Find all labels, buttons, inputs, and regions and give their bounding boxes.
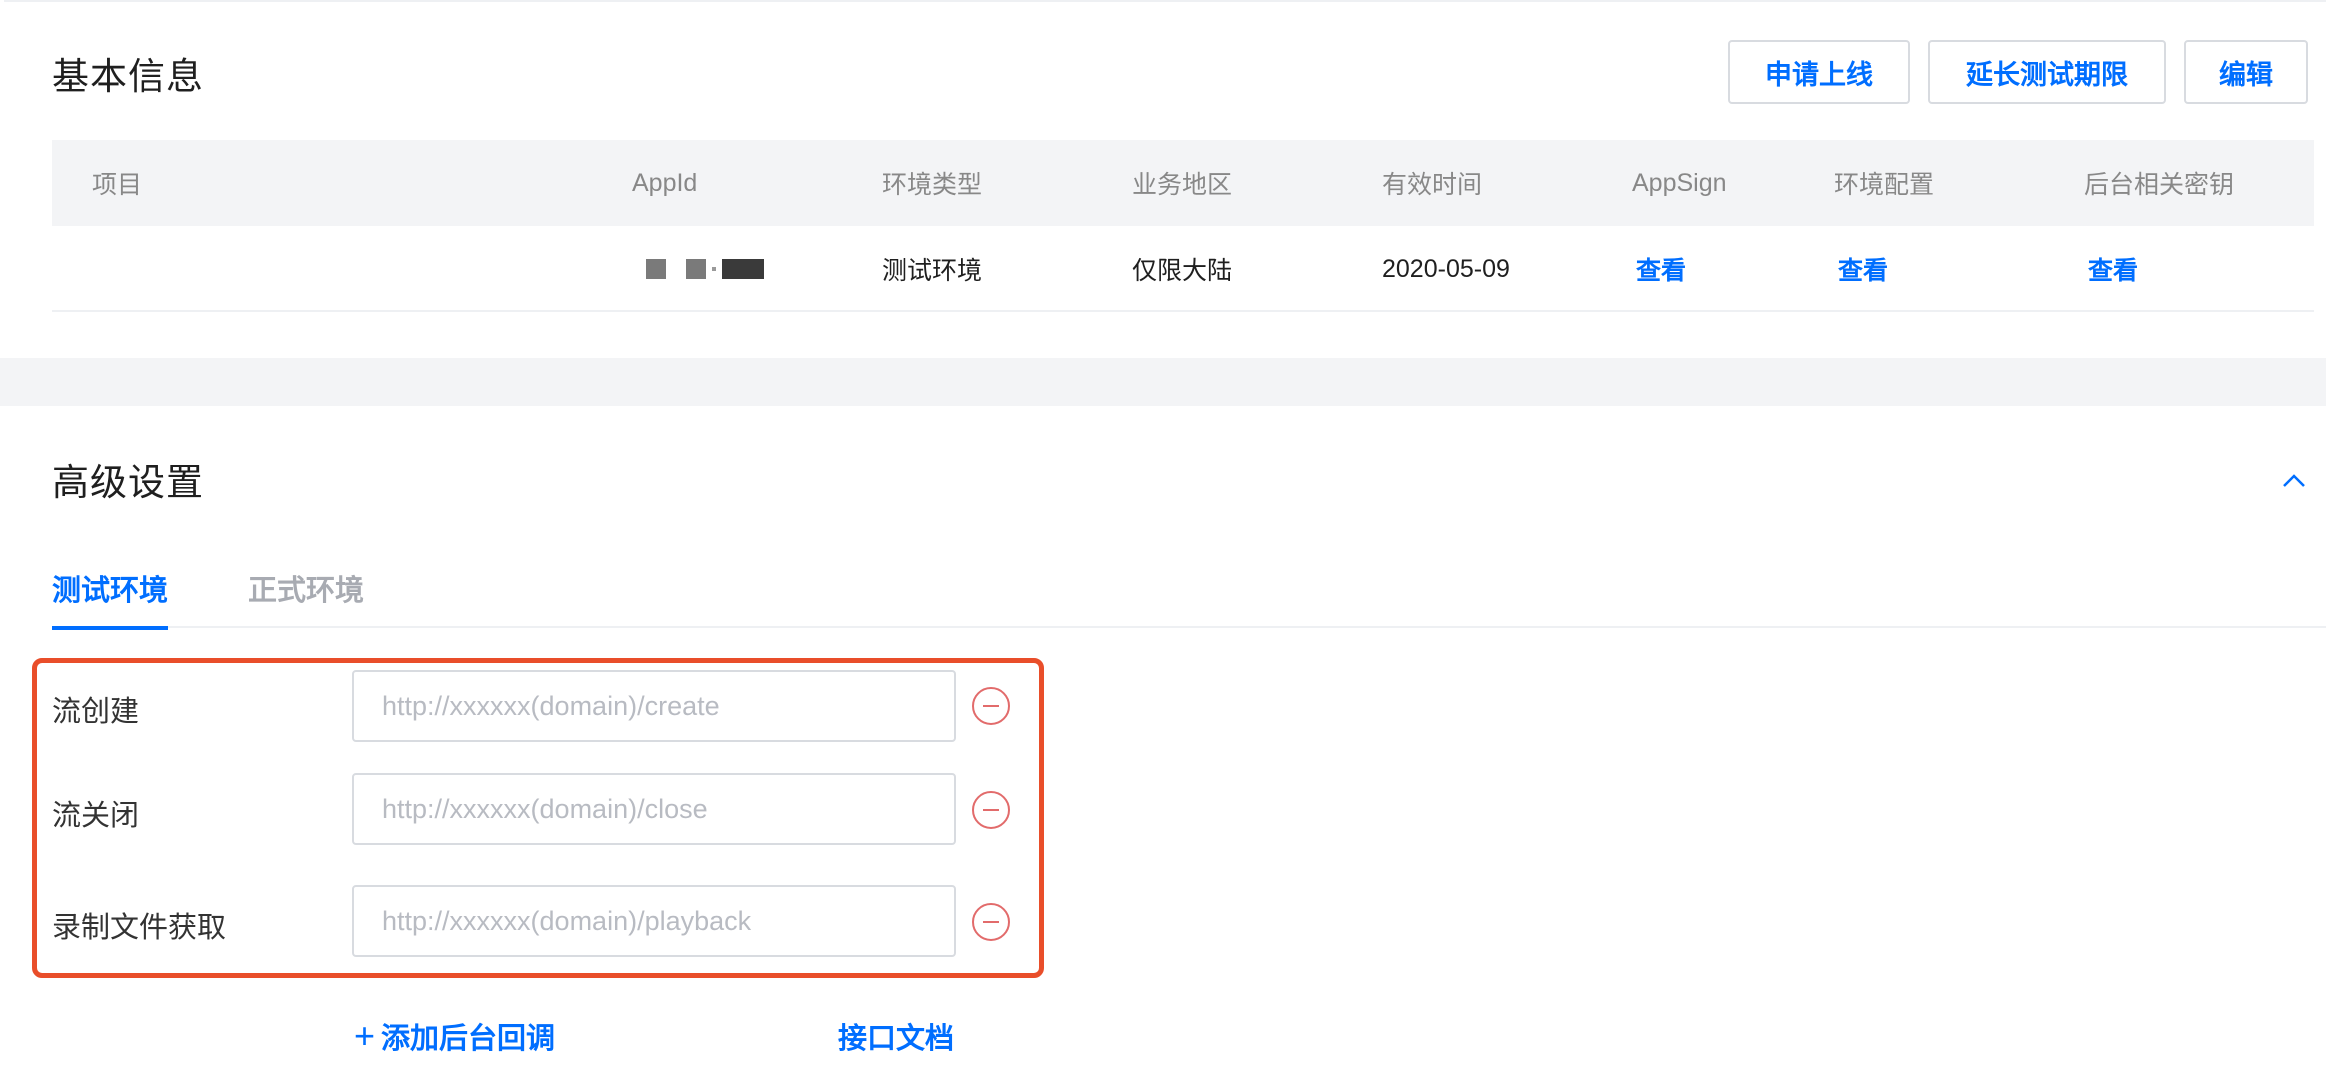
minus-icon: [983, 921, 999, 923]
tab-test-env[interactable]: 测试环境: [52, 548, 169, 630]
header-appid: AppId: [632, 168, 698, 197]
plus-icon: +: [354, 1015, 376, 1056]
table-row: 测试环境 仅限大陆 2020-05-09 查看 查看 查看: [52, 226, 2314, 312]
advanced-settings-title: 高级设置: [52, 462, 204, 503]
view-env-config-link[interactable]: 查看: [1838, 226, 1888, 312]
view-backend-keys-link[interactable]: 查看: [2088, 226, 2138, 312]
chevron-up-icon[interactable]: [2280, 470, 2308, 490]
tab-prod-env-label: 正式环境: [248, 575, 365, 607]
advanced-settings-section: 高级设置 测试环境 正式环境 流创建 流关闭 录制文件获取 + 添加后台回调 接…: [4, 406, 2326, 1090]
stream-create-label: 流创建: [52, 696, 140, 728]
remove-stream-create-button[interactable]: [972, 687, 1010, 725]
extend-test-button[interactable]: 延长测试期限: [1928, 40, 2166, 104]
cell-env-type: 测试环境: [882, 257, 983, 285]
view-appsign-link[interactable]: 查看: [1636, 226, 1686, 312]
recording-fetch-url-input[interactable]: [352, 885, 956, 957]
stream-close-label: 流关闭: [52, 800, 140, 832]
header-backend-keys: 后台相关密钥: [2084, 171, 2235, 199]
add-callback-button[interactable]: + 添加后台回调: [354, 1014, 555, 1058]
cell-appid-masked: [646, 226, 764, 312]
stream-create-url-input[interactable]: [352, 670, 956, 742]
cell-valid-time: 2020-05-09: [1382, 254, 1510, 283]
header-env-config: 环境配置: [1834, 171, 1935, 199]
apply-online-button[interactable]: 申请上线: [1728, 40, 1910, 104]
redacted-appid: [646, 259, 764, 279]
env-tabs: 测试环境 正式环境: [52, 548, 2326, 630]
cell-region: 仅限大陆: [1132, 257, 1233, 285]
stream-close-url-input[interactable]: [352, 773, 956, 845]
minus-icon: [983, 809, 999, 811]
header-env-type: 环境类型: [882, 171, 983, 199]
header-valid-time: 有效时间: [1382, 171, 1483, 199]
header-project: 项目: [92, 171, 143, 199]
header-appsign: AppSign: [1632, 168, 1727, 197]
minus-icon: [983, 705, 999, 707]
api-doc-link[interactable]: 接口文档: [838, 1014, 954, 1058]
tab-test-env-label: 测试环境: [52, 575, 169, 607]
tab-prod-env[interactable]: 正式环境: [248, 548, 364, 628]
header-region: 业务地区: [1132, 171, 1233, 199]
active-tab-indicator: [52, 626, 168, 630]
add-callback-label: 添加后台回调: [381, 1023, 556, 1055]
recording-fetch-label: 录制文件获取: [52, 912, 227, 944]
app-info-table: 项目 AppId 环境类型 业务地区 有效时间 AppSign 环境配置 后台相…: [52, 140, 2314, 312]
table-header-row: 项目 AppId 环境类型 业务地区 有效时间 AppSign 环境配置 后台相…: [52, 140, 2314, 226]
basic-info-title: 基本信息: [52, 56, 204, 97]
remove-stream-close-button[interactable]: [972, 791, 1010, 829]
basic-info-section: 基本信息 申请上线 延长测试期限 编辑 项目 AppId 环境类型 业务地区 有…: [4, 0, 2326, 358]
section-divider: [0, 358, 2326, 406]
edit-button[interactable]: 编辑: [2184, 40, 2308, 104]
remove-recording-fetch-button[interactable]: [972, 903, 1010, 941]
